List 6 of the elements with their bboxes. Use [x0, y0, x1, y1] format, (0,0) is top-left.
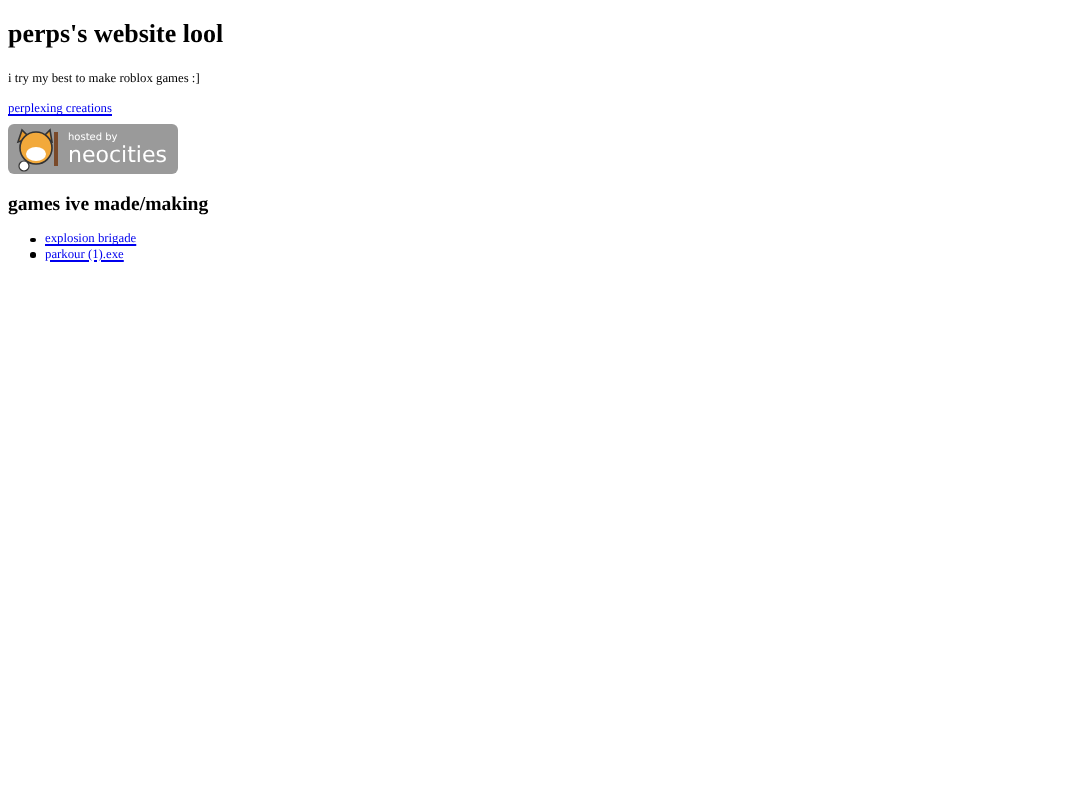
bullet-icon [30, 237, 35, 242]
page-title: perps's website lool [8, 18, 226, 48]
bullet-icon [30, 252, 35, 257]
cat-mascot-icon [12, 126, 64, 172]
section-heading: games ive made/making [8, 194, 211, 218]
badge-brand: neocities [68, 144, 167, 166]
